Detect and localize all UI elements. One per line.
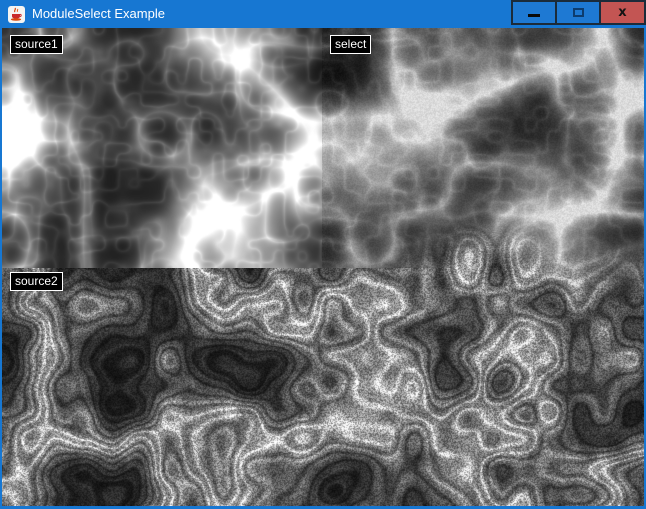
source2-noise-image [2, 268, 484, 506]
java-coffee-cup-glyph [8, 6, 25, 23]
close-button[interactable]: x [599, 0, 646, 25]
select-label: select [330, 35, 371, 54]
titlebar[interactable]: ModuleSelect Example x [0, 0, 646, 28]
minimize-dash-icon [528, 14, 540, 17]
app-window: ModuleSelect Example x source1 select so… [0, 0, 646, 509]
maximize-button[interactable] [555, 0, 601, 25]
window-controls: x [513, 0, 646, 26]
source1-noise-image [2, 28, 322, 268]
noise-render-area: source1 select source2 [2, 28, 644, 506]
source2-label: source2 [10, 272, 63, 291]
window-title: ModuleSelect Example [32, 0, 165, 28]
java-coffee-cup-icon[interactable] [8, 6, 25, 23]
source1-label: source1 [10, 35, 63, 54]
maximize-square-icon [573, 8, 584, 17]
close-x-icon: x [618, 6, 626, 19]
minimize-button[interactable] [511, 0, 557, 25]
